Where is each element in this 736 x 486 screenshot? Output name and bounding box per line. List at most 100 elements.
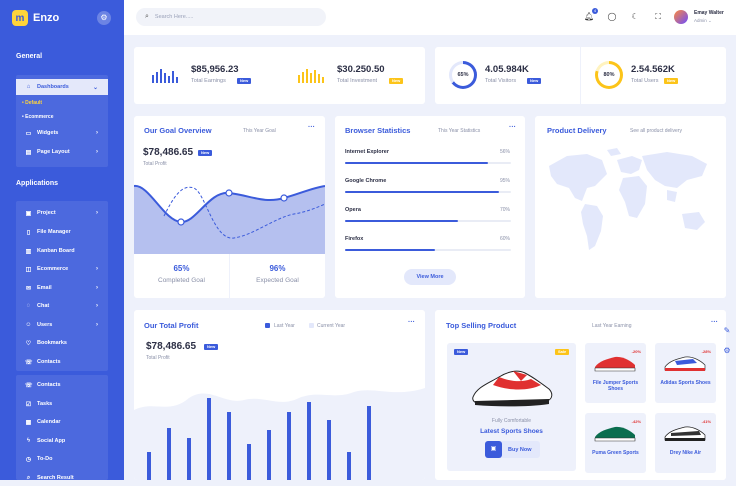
sidebar-item-label: Kanban Board <box>37 248 75 254</box>
completed-goal-pct: 65% <box>173 264 190 273</box>
checkbox-icon: ☑ <box>25 401 32 408</box>
investment-value: $30.250.50 <box>337 64 385 75</box>
product-tile[interactable]: -28% Adidas Sports Shoes <box>655 343 716 403</box>
profit-bar <box>207 398 211 480</box>
chat-icon: ◌ <box>26 303 31 309</box>
search-input[interactable]: ⌕ Search Here..... <box>136 8 326 26</box>
chevron-right-icon: › <box>96 266 98 272</box>
total-profit-card: Our Total Profit Last Year Current Year … <box>134 310 425 480</box>
sidebar: m Enzo ⚙ General ⌂ Dashboards ⌄ • Defaul… <box>0 0 124 481</box>
featured-product[interactable]: New Sale Fully Comfortable Latest Sports… <box>447 343 576 471</box>
sidebar-item-kanban[interactable]: ▥ Kanban Board <box>16 243 108 259</box>
product-tile[interactable]: -20% File Jumper Sports Shoes <box>585 343 646 403</box>
sidebar-item-ecommerce[interactable]: ◫ Ecommerce › <box>16 261 108 277</box>
sidebar-item-label: Social App <box>37 438 66 444</box>
users-ring-label: 80% <box>603 72 615 78</box>
browser-title: Browser Statistics <box>345 126 411 135</box>
sidebar-item-label: Users <box>37 322 53 328</box>
goal-value: $78,486.65 <box>143 147 194 158</box>
goal-label: Total Profit <box>143 161 167 167</box>
sidebar-sub-ecommerce[interactable]: • Ecommerce <box>22 114 54 120</box>
sidebar-item-contacts[interactable]: ☏ Contacts <box>16 354 108 370</box>
product-name: Adidas Sports Shoes <box>660 380 711 386</box>
product-delivery-card: Product Delivery See all product deliver… <box>535 116 726 298</box>
earnings-badge: New <box>237 78 252 84</box>
more-icon[interactable]: ··· <box>711 319 718 326</box>
legend-current-year: Current Year <box>317 323 346 329</box>
sidebar-item-dashboards[interactable]: ⌂ Dashboards ⌄ <box>16 79 108 95</box>
sidebar-item-label: Dashboards <box>37 84 69 90</box>
divider <box>229 254 230 298</box>
sidebar-item-label: Search Result <box>37 475 74 481</box>
browser-progress-track <box>345 162 511 164</box>
browser-progress-fill <box>345 249 435 251</box>
search-placeholder: Search Here..... <box>154 14 194 20</box>
sidebar-item-tasks[interactable]: ☑ Tasks <box>16 396 108 412</box>
buy-now-button[interactable]: ▣ Buy Now <box>485 441 540 458</box>
avatar[interactable] <box>674 10 688 24</box>
sidebar-item-social[interactable]: ϟ Social App <box>16 433 108 449</box>
sidebar-item-contacts-2[interactable]: ☏ Contacts <box>16 377 108 393</box>
user-role[interactable]: Admin ⌄ <box>694 18 712 24</box>
browser-progress-track <box>345 191 511 193</box>
users-label: Total Users <box>631 78 659 84</box>
browser-progress-track <box>345 249 511 251</box>
sidebar-item-calendar[interactable]: ▦ Calendar <box>16 414 108 430</box>
top-bar: ⌕ Search Here..... 🔔︎ 4 ◯ ☾ ⛶ Emay Walte… <box>124 0 736 35</box>
message-icon[interactable]: ◯ <box>607 12 617 22</box>
brand-logo[interactable]: m Enzo <box>12 10 59 26</box>
product-tile[interactable]: -42% Puma Green Sports <box>585 413 646 473</box>
profit-bar <box>347 452 351 480</box>
sidebar-item-page-layout[interactable]: ▤ Page Layout › <box>16 144 108 160</box>
sidebar-item-todo[interactable]: ◷ To-Do <box>16 451 108 467</box>
search-icon: ⌕ <box>26 474 31 481</box>
file-icon: ▯ <box>26 229 31 236</box>
profit-bar <box>187 438 191 480</box>
chevron-right-icon: › <box>96 285 98 291</box>
sneaker-image <box>472 370 553 407</box>
sidebar-item-email[interactable]: ✉ Email › <box>16 280 108 296</box>
chevron-right-icon: › <box>96 149 98 155</box>
product-name: Drey Nike Air <box>669 450 702 456</box>
view-more-button[interactable]: View More <box>404 269 456 285</box>
sidebar-item-project[interactable]: ▣ Project › <box>16 205 108 221</box>
top-selling-card: Top Selling Product Last Year Earning ··… <box>435 310 726 480</box>
sidebar-sub-default[interactable]: • Default <box>22 100 42 106</box>
visitors-value: 4.05.984K <box>485 64 529 75</box>
goal-area-chart <box>134 185 325 254</box>
sidebar-item-users[interactable]: ☺ Users › <box>16 317 108 333</box>
top-selling-title: Top Selling Product <box>446 321 517 330</box>
customizer-brush-icon[interactable]: ✎ <box>722 326 732 336</box>
sidebar-item-bookmarks[interactable]: ♡ Bookmarks <box>16 335 108 351</box>
users-value: 2.54.562K <box>631 64 675 75</box>
goal-badge: New <box>198 150 213 156</box>
profit-bar <box>307 402 311 480</box>
browser-name: Internet Explorer <box>345 149 390 155</box>
sidebar-item-chat[interactable]: ◌ Chat › <box>16 298 108 314</box>
monitor-icon: ▭ <box>25 130 32 137</box>
calendar-icon: ▦ <box>25 419 32 426</box>
sidebar-item-label: Ecommerce <box>37 266 69 272</box>
customizer-gear-icon[interactable]: ⚙ <box>722 346 732 356</box>
more-icon[interactable]: ··· <box>408 319 415 326</box>
product-tile[interactable]: -41% Drey Nike Air <box>655 413 716 473</box>
earnings-bars-icon <box>152 69 178 83</box>
delivery-link[interactable]: See all product delivery <box>630 128 682 134</box>
fullscreen-icon[interactable]: ⛶ <box>653 12 663 22</box>
profit-label: Total Profit <box>146 355 170 361</box>
sidebar-item-widgets[interactable]: ▭ Widgets › <box>16 125 108 141</box>
sidebar-heading-applications: Applications <box>16 180 59 187</box>
profit-bar <box>367 406 371 480</box>
more-icon[interactable]: ··· <box>509 124 516 131</box>
sidebar-item-label: Bookmarks <box>37 340 67 346</box>
user-name[interactable]: Emay Walter <box>694 10 724 16</box>
users-badge: New <box>664 78 679 84</box>
browser-progress-track <box>345 220 511 222</box>
settings-gear-icon[interactable]: ⚙ <box>97 11 111 25</box>
more-icon[interactable]: ··· <box>308 124 315 131</box>
cart-icon: ▣ <box>485 441 502 458</box>
expected-goal-pct: 96% <box>269 264 286 273</box>
sidebar-item-file-manager[interactable]: ▯ File Manager <box>16 224 108 240</box>
dark-mode-moon-icon[interactable]: ☾ <box>630 12 640 22</box>
sidebar-item-search-result[interactable]: ⌕ Search Result <box>16 470 108 486</box>
